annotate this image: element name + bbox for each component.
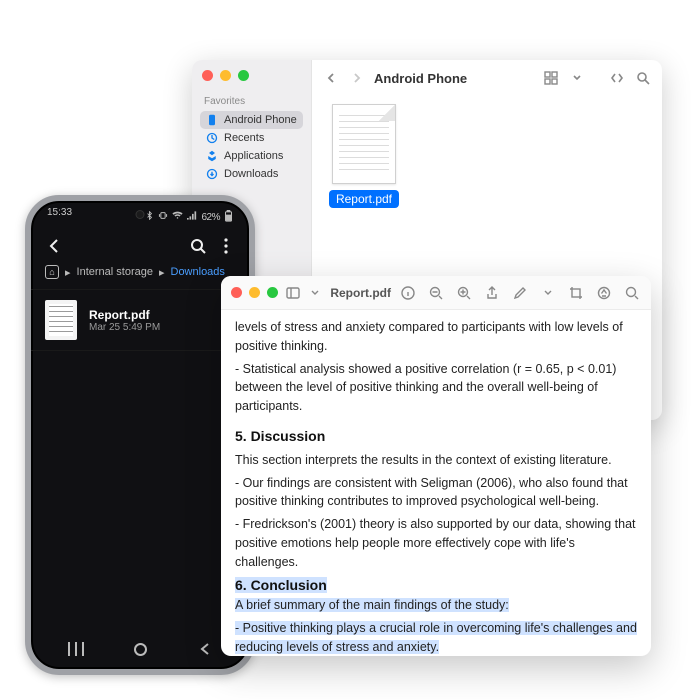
home-button[interactable] xyxy=(120,639,160,659)
battery-icon xyxy=(224,210,233,225)
body-text: This section interprets the results in t… xyxy=(235,451,637,470)
body-text: - Statistical analysis showed a positive… xyxy=(235,360,637,416)
signal-icon xyxy=(187,211,197,223)
back-button[interactable] xyxy=(322,69,340,87)
file-name: Report.pdf xyxy=(89,308,160,322)
sidebar-item-label: Downloads xyxy=(224,168,278,180)
search-button[interactable] xyxy=(189,237,207,255)
heading-discussion: 5. Discussion xyxy=(235,426,637,447)
back-nav-button[interactable] xyxy=(185,639,225,659)
home-icon[interactable]: ⌂ xyxy=(45,265,59,279)
annotate-button[interactable] xyxy=(511,284,529,302)
close-icon[interactable] xyxy=(202,70,213,81)
highlight-button[interactable] xyxy=(595,284,613,302)
pdf-viewer-window: Report.pdf xyxy=(221,276,651,656)
android-nav-bar xyxy=(31,639,249,659)
more-menu-button[interactable] xyxy=(217,237,235,255)
vibrate-icon xyxy=(158,211,168,223)
wifi-icon xyxy=(172,211,183,223)
search-button[interactable] xyxy=(623,284,641,302)
minimize-icon[interactable] xyxy=(220,70,231,81)
chevron-down-icon[interactable] xyxy=(568,69,586,87)
chevron-right-icon: ▸ xyxy=(159,266,165,279)
body-text-highlighted: - Positive thinking plays a crucial role… xyxy=(235,621,637,654)
sidebar-item-android-phone[interactable]: Android Phone xyxy=(200,111,303,129)
chevron-right-icon: ▸ xyxy=(65,266,71,279)
bluetooth-icon xyxy=(145,211,154,223)
heading-conclusion: 6. Conclusion xyxy=(235,577,327,593)
finder-toolbar: Android Phone xyxy=(312,60,662,96)
close-icon[interactable] xyxy=(231,287,242,298)
search-button[interactable] xyxy=(634,69,652,87)
breadcrumb-segment[interactable]: Internal storage xyxy=(77,266,153,278)
maximize-icon[interactable] xyxy=(238,70,249,81)
minimize-icon[interactable] xyxy=(249,287,260,298)
chevron-down-icon[interactable] xyxy=(308,284,322,302)
window-title: Android Phone xyxy=(374,71,467,86)
document-thumbnail-icon xyxy=(45,300,77,340)
camera-notch-icon xyxy=(136,210,145,219)
sidebar-toggle-button[interactable] xyxy=(286,284,300,302)
sidebar-section-header: Favorites xyxy=(204,96,299,107)
window-controls xyxy=(231,287,278,298)
battery-label: 62% xyxy=(201,212,220,223)
file-item[interactable]: Report.pdf xyxy=(324,104,404,208)
recent-apps-button[interactable] xyxy=(56,639,96,659)
view-grid-button[interactable] xyxy=(542,69,560,87)
status-time: 15:33 xyxy=(47,207,72,227)
share-button[interactable] xyxy=(483,284,501,302)
maximize-icon[interactable] xyxy=(267,287,278,298)
body-text: levels of stress and anxiety compared to… xyxy=(235,318,637,356)
crop-button[interactable] xyxy=(567,284,585,302)
breadcrumb: ⌂ ▸ Internal storage ▸ Downloads xyxy=(31,265,249,289)
pdf-title: Report.pdf xyxy=(330,286,391,300)
info-button[interactable] xyxy=(399,284,417,302)
file-name-label: Report.pdf xyxy=(329,190,399,208)
phone-app-header xyxy=(31,227,249,265)
breadcrumb-current: Downloads xyxy=(171,266,225,278)
chevrons-expand-icon[interactable] xyxy=(608,69,626,87)
apps-icon xyxy=(206,150,218,162)
forward-button[interactable] xyxy=(348,69,366,87)
body-text: - Fredrickson's (2001) theory is also su… xyxy=(235,515,637,571)
sidebar-item-label: Recents xyxy=(224,132,264,144)
sidebar-item-label: Android Phone xyxy=(224,114,297,126)
pdf-content[interactable]: levels of stress and anxiety compared to… xyxy=(221,310,651,656)
sidebar-item-recents[interactable]: Recents xyxy=(200,129,303,147)
file-list-item[interactable]: Report.pdf Mar 25 5:49 PM xyxy=(31,289,249,351)
sidebar-item-applications[interactable]: Applications xyxy=(200,147,303,165)
back-button[interactable] xyxy=(45,237,63,255)
zoom-in-button[interactable] xyxy=(455,284,473,302)
pdf-toolbar: Report.pdf xyxy=(221,276,651,310)
window-controls xyxy=(202,70,249,81)
sidebar-item-downloads[interactable]: Downloads xyxy=(200,165,303,183)
body-text-highlighted: A brief summary of the main findings of … xyxy=(235,598,509,612)
body-text: - Our findings are consistent with Selig… xyxy=(235,474,637,512)
sidebar-item-label: Applications xyxy=(224,150,283,162)
zoom-out-button[interactable] xyxy=(427,284,445,302)
chevron-down-icon[interactable] xyxy=(539,284,557,302)
document-thumbnail-icon xyxy=(332,104,396,184)
download-icon xyxy=(206,168,218,180)
file-date: Mar 25 5:49 PM xyxy=(89,322,160,333)
phone-icon xyxy=(206,114,218,126)
clock-icon xyxy=(206,132,218,144)
